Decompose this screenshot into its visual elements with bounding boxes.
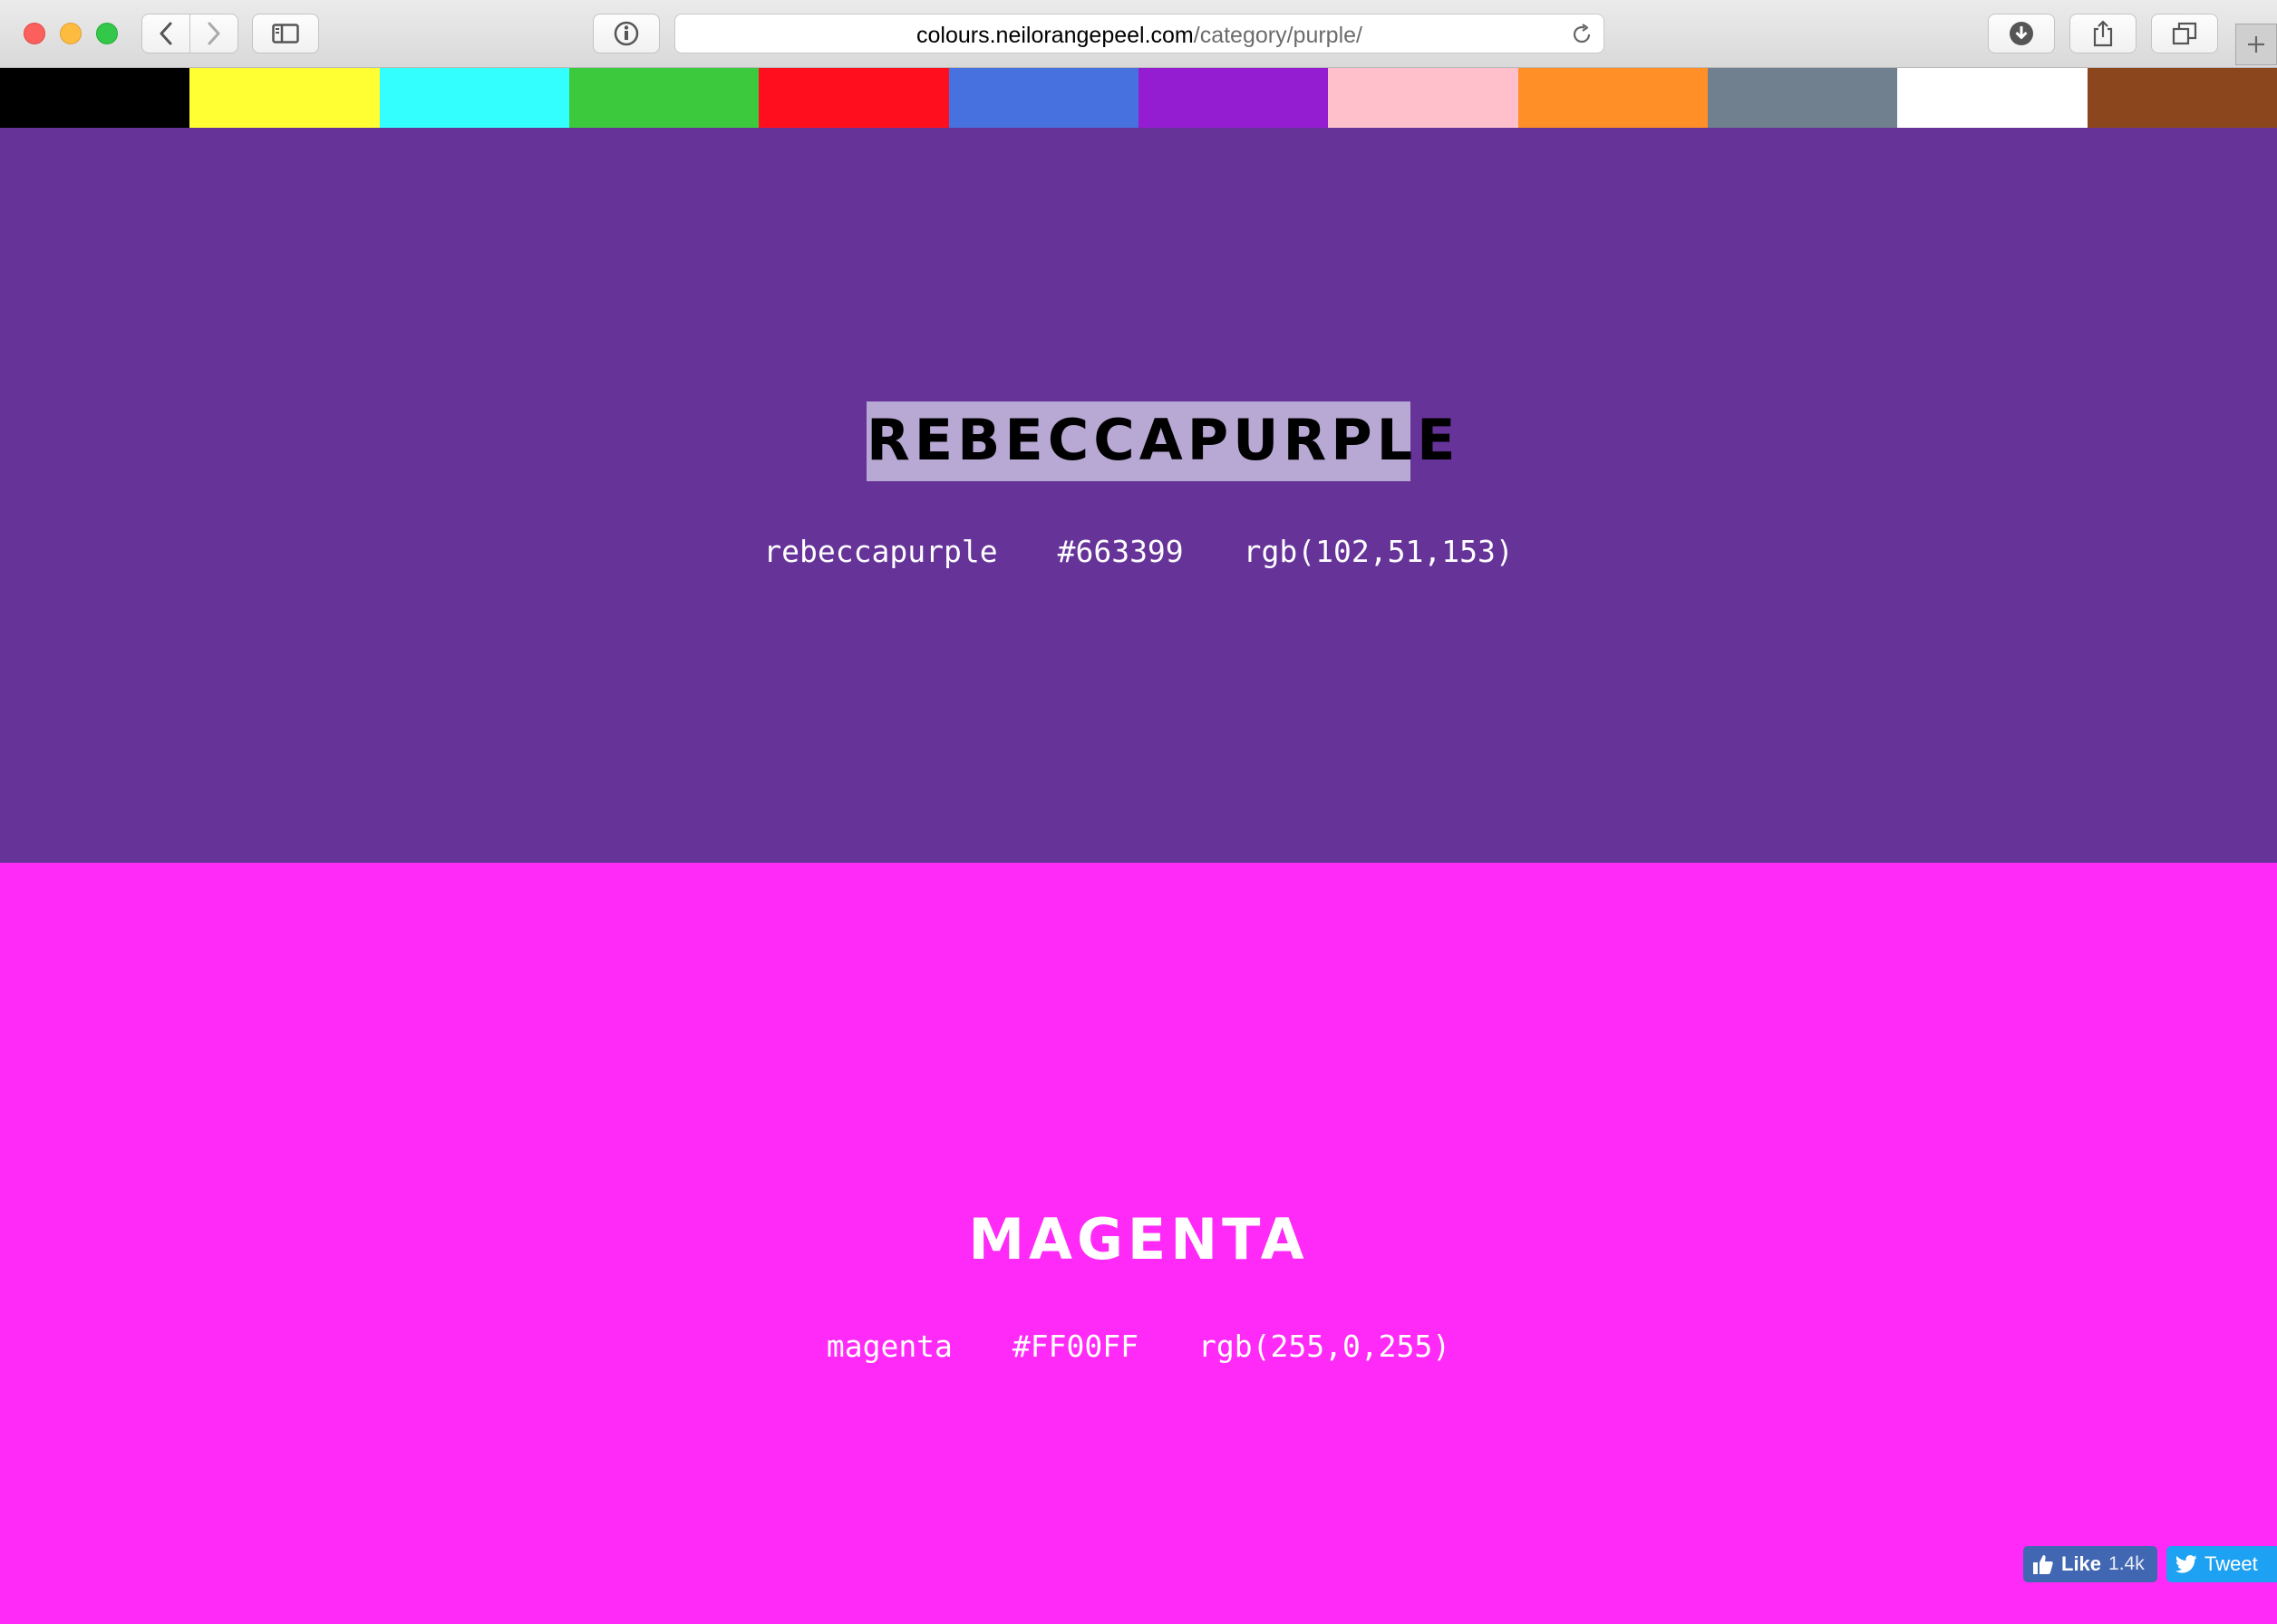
share-button[interactable] [2069, 14, 2137, 53]
colour-hex: #663399 [1057, 534, 1184, 569]
tweet-button[interactable]: Tweet [2166, 1546, 2277, 1582]
category-blue-link[interactable] [948, 68, 1138, 128]
colour-title: MAGENTA [968, 1206, 1309, 1272]
browser-toolbar: colours.neilorangepeel.com/category/purp… [0, 0, 2277, 68]
minimize-window-button[interactable] [60, 23, 82, 44]
category-black-link[interactable] [0, 68, 190, 128]
colour-rgb: rgb(102,51,153) [1243, 534, 1514, 569]
colour-keyword: rebeccapurple [763, 534, 998, 569]
close-window-button[interactable] [24, 23, 45, 44]
twitter-bird-icon [2175, 1555, 2197, 1573]
category-gray-link[interactable] [1707, 68, 1898, 128]
colour-rgb: rgb(255,0,255) [1198, 1329, 1451, 1364]
sidebar-icon [272, 24, 299, 44]
category-purple-link[interactable] [1138, 68, 1329, 128]
forward-button[interactable] [189, 14, 238, 53]
address-bar[interactable]: colours.neilorangepeel.com/category/purp… [674, 14, 1604, 53]
tweet-label: Tweet [2204, 1552, 2258, 1575]
like-label: Like [2061, 1552, 2102, 1575]
url-text: colours.neilorangepeel.com/category/purp… [675, 23, 1604, 49]
reload-icon[interactable] [1571, 24, 1593, 45]
privacy-report-button[interactable] [593, 14, 660, 53]
chevron-left-icon [160, 22, 172, 45]
category-white-link[interactable] [1897, 68, 2088, 128]
sidebar-toggle-button[interactable] [252, 14, 319, 53]
url-host: colours.neilorangepeel.com [916, 23, 1194, 48]
colour-codes: magenta #FF00FF rgb(255,0,255) [0, 1329, 2277, 1364]
thumbs-up-icon [2033, 1555, 2053, 1574]
category-pink-link[interactable] [1328, 68, 1518, 128]
like-count: 1.4k [2108, 1553, 2145, 1574]
downloads-button[interactable] [1988, 14, 2055, 53]
colour-hex: #FF00FF [1012, 1329, 1138, 1364]
info-shield-icon [614, 21, 639, 46]
colour-panel-magenta: MAGENTA magenta #FF00FF rgb(255,0,255) [0, 863, 2277, 1624]
category-brown-link[interactable] [2087, 68, 2277, 128]
facebook-like-button[interactable]: Like 1.4k [2023, 1546, 2157, 1582]
category-red-link[interactable] [759, 68, 949, 128]
maximize-window-button[interactable] [96, 23, 118, 44]
category-yellow-link[interactable] [189, 68, 380, 128]
category-cyan-link[interactable] [379, 68, 569, 128]
category-orange-link[interactable] [1517, 68, 1708, 128]
colour-title: REBECCAPURPLE [867, 401, 1456, 481]
share-icon [2093, 20, 2113, 47]
back-button[interactable] [141, 14, 190, 53]
colour-category-nav [0, 68, 2277, 128]
colour-panel-rebeccapurple: REBECCAPURPLE rebeccapurple #663399 rgb(… [0, 128, 2277, 863]
plus-icon [2248, 36, 2264, 53]
url-path: /category/purple/ [1193, 23, 1362, 48]
download-icon [2010, 22, 2033, 45]
category-green-link[interactable] [568, 68, 760, 128]
tabs-overview-icon [2172, 22, 2197, 45]
chevron-right-icon [208, 22, 220, 45]
colour-keyword: magenta [826, 1329, 953, 1364]
colour-codes: rebeccapurple #663399 rgb(102,51,153) [0, 534, 2277, 569]
show-tabs-button[interactable] [2151, 14, 2218, 53]
new-tab-button[interactable] [2235, 24, 2277, 65]
